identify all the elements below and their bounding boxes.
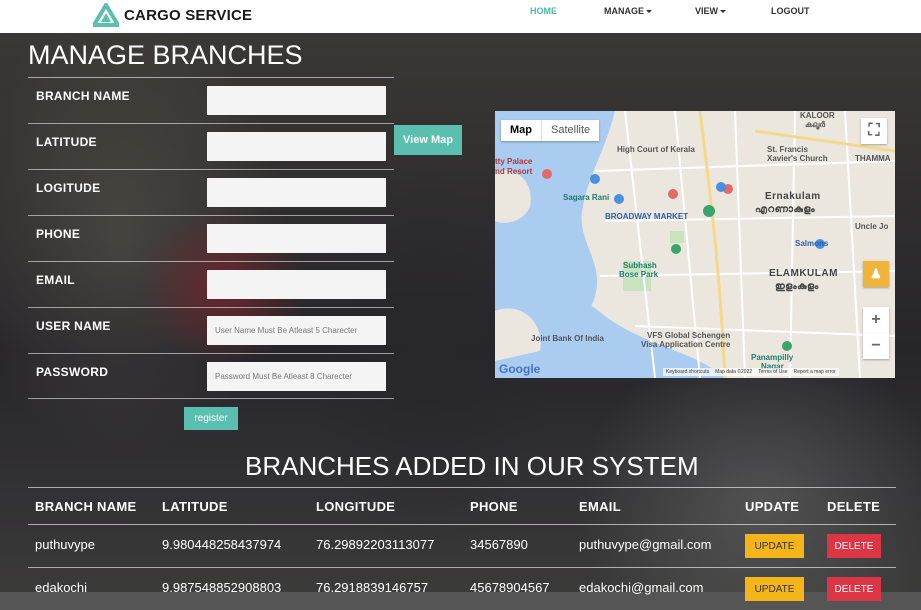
email-cell: edakochi@gmail.com <box>579 580 704 595</box>
brand-name: CARGO SERVICE <box>124 6 253 24</box>
latitude-cell: 9.980448258437974 <box>162 537 282 552</box>
branch-name-input[interactable] <box>207 86 386 115</box>
branches-title: BRANCHES ADDED IN OUR SYSTEM <box>245 451 699 481</box>
column-header: BRANCH NAME <box>35 499 137 514</box>
longitude-input[interactable] <box>207 178 386 207</box>
nav-manage[interactable]: MANAGE <box>604 6 652 16</box>
map-label: കലൂർ <box>805 120 826 129</box>
triangle-logo-icon <box>93 3 119 27</box>
nav-manage-label: MANAGE <box>604 6 644 16</box>
map-label: St. Francis <box>767 145 808 154</box>
column-header: LONGITUDE <box>316 499 396 514</box>
map-label: nd Resort <box>495 167 533 176</box>
phone-cell: 45678904567 <box>470 580 550 595</box>
nav-view[interactable]: VIEW <box>695 6 727 16</box>
zoom-in-icon[interactable]: + <box>863 307 889 333</box>
form-row-latitude: LATITUDE <box>28 123 394 169</box>
latitude-input[interactable] <box>207 132 386 161</box>
table-row: puthuvype 9.980448258437974 76.298922031… <box>28 524 896 567</box>
map-label: ഇളംകുളം <box>775 281 819 292</box>
map-label: Sagara Rani <box>563 193 610 202</box>
map-label: ELAMKULAM <box>769 268 838 279</box>
latitude-cell: 9.987548852908803 <box>162 580 282 595</box>
map-label: എറണാകുളം <box>755 204 816 215</box>
nav-home[interactable]: HOME <box>530 6 557 16</box>
report-error-link[interactable]: Report a map error <box>794 369 836 375</box>
map-label: VFS Global Schengen <box>647 331 731 340</box>
map-label: THAMMA <box>855 154 891 163</box>
delete-button[interactable]: DELETE <box>827 577 881 601</box>
table-header: BRANCH NAME LATITUDE LONGITUDE PHONE EMA… <box>28 487 896 524</box>
column-header: PHONE <box>470 499 518 514</box>
map-label: Subhash <box>623 261 657 270</box>
form-row-email: EMAIL <box>28 261 394 307</box>
google-logo: Google <box>499 362 541 376</box>
map-label: BROADWAY MARKET <box>605 212 689 221</box>
map-label: KALOOR <box>800 111 835 120</box>
terms-link[interactable]: Terms of Use <box>758 369 787 375</box>
longitude-cell: 76.29892203113077 <box>316 537 435 552</box>
column-header: EMAIL <box>579 499 621 514</box>
delete-button[interactable]: DELETE <box>827 534 881 558</box>
column-header: UPDATE <box>745 499 800 514</box>
column-header: DELETE <box>827 499 881 514</box>
fullscreen-icon[interactable]: ⛶ <box>861 118 887 144</box>
update-button[interactable]: UPDATE <box>745 577 804 601</box>
register-button[interactable]: register <box>184 407 238 430</box>
map-label: Salmons <box>795 239 829 248</box>
form-row-branch-name: BRANCH NAME <box>28 77 394 123</box>
table-row: edakochi 9.987548852908803 76.2918839146… <box>28 567 896 610</box>
map-label: Xavier's Church <box>767 154 828 163</box>
email-input[interactable] <box>207 270 386 299</box>
nav-logout[interactable]: LOGOUT <box>771 6 810 16</box>
map-label: Bose Park <box>619 270 659 279</box>
map-widget[interactable]: Map Satellite ⛶ ♟ + − KALOOR കലൂർ High C… <box>495 111 895 378</box>
branch-name-cell: edakochi <box>35 580 88 595</box>
map-label: Visa Application Centre <box>641 340 731 349</box>
phone-input[interactable] <box>207 224 386 253</box>
form-row-password: PASSWORD <box>28 353 394 399</box>
form-row-username: USER NAME <box>28 307 394 353</box>
pegman-icon[interactable]: ♟ <box>863 261 889 287</box>
satellite-tab[interactable]: Satellite <box>542 120 599 141</box>
map-label: Joint Bank Of India <box>531 334 604 343</box>
longitude-cell: 76.2918839146757 <box>316 580 429 595</box>
phone-cell: 34567890 <box>470 537 528 552</box>
field-label: PASSWORD <box>36 365 109 379</box>
field-label: EMAIL <box>36 273 75 287</box>
map-label: tty Palace <box>495 157 533 166</box>
update-button[interactable]: UPDATE <box>745 534 804 558</box>
field-label: LOGITUDE <box>36 181 101 195</box>
map-label: Uncle Jo <box>855 222 889 231</box>
map-footer: Keyboard shortcuts Map data ©2022 Terms … <box>663 368 839 376</box>
map-label: High Court of Kerala <box>617 145 695 154</box>
form-row-phone: PHONE <box>28 215 394 261</box>
field-label: LATITUDE <box>36 135 97 149</box>
map-type-control: Map Satellite <box>501 120 600 141</box>
map-data-text: Map data ©2022 <box>715 369 753 375</box>
field-label: USER NAME <box>36 319 111 333</box>
map-tab[interactable]: Map <box>501 120 542 141</box>
caret-down-icon <box>646 10 652 14</box>
column-header: LATITUDE <box>162 499 228 514</box>
keyboard-shortcuts-link[interactable]: Keyboard shortcuts <box>666 369 709 375</box>
form-row-longitude: LOGITUDE <box>28 169 394 215</box>
username-input[interactable] <box>207 316 386 345</box>
nav-view-label: VIEW <box>695 6 719 16</box>
zoom-out-icon[interactable]: − <box>863 333 889 359</box>
field-label: PHONE <box>36 227 81 241</box>
email-cell: puthuvype@gmail.com <box>579 537 712 552</box>
page-title: MANAGE BRANCHES <box>28 40 303 70</box>
branches-table: BRANCH NAME LATITUDE LONGITUDE PHONE EMA… <box>28 487 896 610</box>
brand[interactable]: CARGO SERVICE <box>93 3 252 27</box>
view-map-button[interactable]: View Map <box>394 125 462 155</box>
branch-form: BRANCH NAME LATITUDE LOGITUDE PHONE EMAI… <box>28 77 394 399</box>
navbar: CARGO SERVICE HOME MANAGE VIEW LOGOUT <box>0 0 921 33</box>
map-label: Panampilly <box>751 353 794 362</box>
field-label: BRANCH NAME <box>36 89 130 103</box>
password-input[interactable] <box>207 362 386 391</box>
caret-down-icon <box>720 10 727 14</box>
branch-name-cell: puthuvype <box>35 537 95 552</box>
map-label: Ernakulam <box>765 191 821 202</box>
